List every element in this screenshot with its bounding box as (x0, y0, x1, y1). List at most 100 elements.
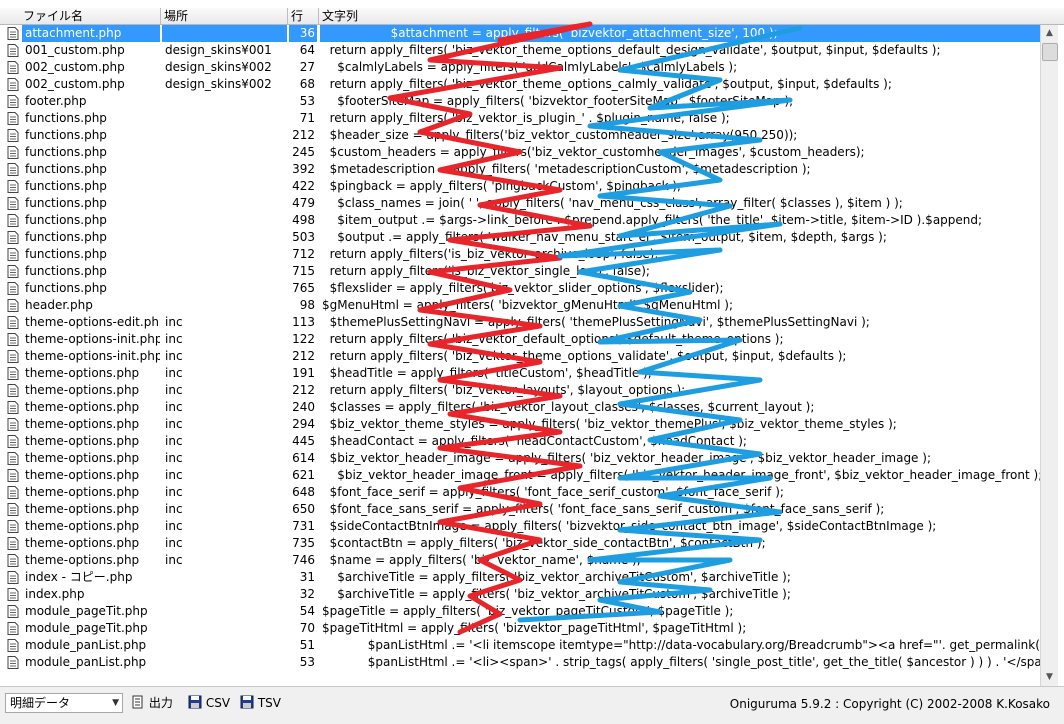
cell-location: inc (165, 383, 183, 397)
scrollbar-thumb[interactable] (1042, 43, 1058, 61)
table-row[interactable]: functions.php 245 $custom_headers = apply… (0, 144, 1040, 161)
cell-text: $pingback = apply_filters( 'pingbackCust… (322, 179, 682, 193)
status-bar: 明細データ ▼ 出力 CSV TSV Oniguruma 5.9.2 : Cop… (0, 686, 1064, 724)
cell-line: 70 (299, 621, 315, 635)
table-row[interactable]: theme-options.php inc 445 $headContact = a… (0, 433, 1040, 450)
cell-text: $archiveTitle = apply_filters( 'biz_vekt… (322, 587, 791, 601)
table-row[interactable]: module_panList.php 53 $panListHtml .= '<l… (0, 654, 1040, 671)
table-row[interactable]: theme-options.php inc 614 $biz_vektor_head… (0, 450, 1040, 467)
table-row[interactable]: 002_custom.php design_skins¥002 27 $calmly… (0, 59, 1040, 76)
table-row[interactable]: functions.php 212 $header_size = apply_fi… (0, 127, 1040, 144)
csv-button[interactable]: CSV (188, 694, 230, 712)
cell-location (162, 229, 287, 246)
cell-text: $themePlusSettingNavi = apply_filters( '… (322, 315, 870, 329)
cell-file: theme-options.php (25, 417, 140, 431)
table-row[interactable]: theme-options.php inc 735 $contactBtn = ap… (0, 535, 1040, 552)
cell-location (162, 620, 287, 637)
file-icon (7, 367, 19, 380)
table-row[interactable]: footer.php 53 $footerSiteMap = apply_filt… (0, 93, 1040, 110)
cell-file: theme-options.php (25, 485, 140, 499)
table-row[interactable]: functions.php 712 return apply_filters('i… (0, 246, 1040, 263)
cell-location (162, 603, 287, 620)
cell-location (162, 654, 287, 671)
cell-file: functions.php (25, 213, 107, 227)
cell-location (162, 178, 287, 195)
output-type-select[interactable]: 明細データ ▼ (5, 693, 123, 713)
table-row[interactable]: theme-options.php inc 621 $biz_vektor_head… (0, 467, 1040, 484)
table-row[interactable]: theme-options.php inc 212 return apply_fil… (0, 382, 1040, 399)
table-row[interactable]: module_pageTit.php 54 $pageTitle = apply_f… (0, 603, 1040, 620)
table-row[interactable]: functions.php 71 return apply_filters( 'b… (0, 110, 1040, 127)
table-row[interactable]: functions.php 392 $metadescription = appl… (0, 161, 1040, 178)
file-icon (7, 180, 19, 193)
cell-file: functions.php (25, 128, 107, 142)
cell-location: inc (165, 417, 183, 431)
table-row[interactable]: header.php 98 $gMenuHtml = apply_filters( … (0, 297, 1040, 314)
table-row[interactable]: functions.php 765 $flexslider = apply_fil… (0, 280, 1040, 297)
scroll-up-icon[interactable]: ▲ (1041, 25, 1058, 42)
cell-location: design_skins¥002 (165, 77, 272, 91)
table-row[interactable]: attachment.php 36 $attachment = apply_fil… (0, 25, 1040, 42)
chevron-down-icon[interactable]: ▼ (112, 694, 119, 712)
cell-file: index - コピー.php (25, 570, 133, 584)
csv-button-label: CSV (205, 696, 231, 710)
cell-line: 503 (292, 230, 315, 244)
cell-line: 36 (289, 25, 317, 42)
cell-text: $output .= apply_filters( 'walker_nav_me… (322, 230, 887, 244)
table-row[interactable]: theme-options.php inc 650 $font_face_sans_… (0, 501, 1040, 518)
cell-file: theme-options.php (25, 451, 140, 465)
cell-line: 191 (292, 366, 315, 380)
table-row[interactable]: functions.php 422 $pingback = apply_filte… (0, 178, 1040, 195)
file-icon (7, 503, 19, 516)
table-row[interactable]: theme-options.php inc 294 $biz_vektor_them… (0, 416, 1040, 433)
cell-text: return apply_filters( 'biz_vektor_is_plu… (322, 111, 730, 125)
table-row[interactable]: theme-options-init.php inc 212 return appl… (0, 348, 1040, 365)
cell-file: index.php (25, 587, 85, 601)
table-row[interactable]: index - コピー.php 31 $archiveTitle = apply_… (0, 569, 1040, 586)
cell-text: return apply_filters( 'biz_vektor_theme_… (322, 77, 892, 91)
cell-text: $metadescription = apply_filters( 'metad… (322, 162, 811, 176)
table-row[interactable]: theme-options.php inc 648 $font_face_serif… (0, 484, 1040, 501)
file-icon (7, 197, 19, 210)
table-row[interactable]: module_pageTit.php 70 $pageTitHtml = apply… (0, 620, 1040, 637)
cell-location (162, 297, 287, 314)
table-row[interactable]: 001_custom.php design_skins¥001 64 return … (0, 42, 1040, 59)
column-header-file[interactable]: ファイル名 (20, 8, 161, 24)
vertical-scrollbar[interactable]: ▲ ▼ (1040, 25, 1058, 686)
file-icon (7, 146, 19, 159)
table-row[interactable]: module_panList.php 51 $panListHtml .= '<l… (0, 637, 1040, 654)
table-row[interactable]: functions.php 503 $output .= apply_filter… (0, 229, 1040, 246)
cell-file: functions.php (25, 145, 107, 159)
table-row[interactable]: theme-options.php inc 746 $name = apply_fi… (0, 552, 1040, 569)
output-button[interactable]: 出力 (131, 694, 173, 712)
cell-text: $classes = apply_filters( 'biz_vektor_la… (322, 400, 815, 414)
table-row[interactable]: theme-options-edit.php inc 113 $themePlusS… (0, 314, 1040, 331)
tsv-button-label: TSV (257, 696, 281, 710)
table-row[interactable]: functions.php 715 return apply_filters('i… (0, 263, 1040, 280)
table-row[interactable]: theme-options.php inc 240 $classes = apply… (0, 399, 1040, 416)
file-icon (7, 469, 19, 482)
table-row[interactable]: theme-options-init.php inc 122 return appl… (0, 331, 1040, 348)
tsv-button[interactable]: TSV (240, 694, 281, 712)
cell-location: inc (165, 400, 183, 414)
cell-line: 98 (299, 298, 315, 312)
result-grid: ファイル名 場所 行 文字列 attachment.php 36 $attachm… (0, 0, 1064, 686)
cell-file: attachment.php (22, 25, 160, 42)
scroll-down-icon[interactable]: ▼ (1041, 669, 1058, 686)
cell-line: 650 (292, 502, 315, 516)
column-header-text[interactable]: 文字列 (319, 8, 1040, 24)
table-row[interactable]: index.php 32 $archiveTitle = apply_filter… (0, 586, 1040, 603)
table-row[interactable]: theme-options.php inc 191 $headTitle = app… (0, 365, 1040, 382)
cell-line: 71 (299, 111, 315, 125)
table-row[interactable]: functions.php 498 $item_output .= $args->… (0, 212, 1040, 229)
cell-file: 002_custom.php (25, 60, 125, 74)
column-header-location[interactable]: 場所 (161, 8, 288, 24)
table-row[interactable]: theme-options.php inc 731 $sideContactBtnI… (0, 518, 1040, 535)
cell-text: $font_face_serif = apply_filters( 'font_… (322, 485, 784, 499)
file-icon (7, 282, 19, 295)
table-row[interactable]: functions.php 479 $class_names = join( ' … (0, 195, 1040, 212)
cell-line: 212 (292, 349, 315, 363)
cell-text: $panListHtml .= '<li itemscope itemtype=… (322, 638, 1040, 652)
column-header-line[interactable]: 行 (288, 8, 319, 24)
table-row[interactable]: 002_custom.php design_skins¥002 68 return … (0, 76, 1040, 93)
